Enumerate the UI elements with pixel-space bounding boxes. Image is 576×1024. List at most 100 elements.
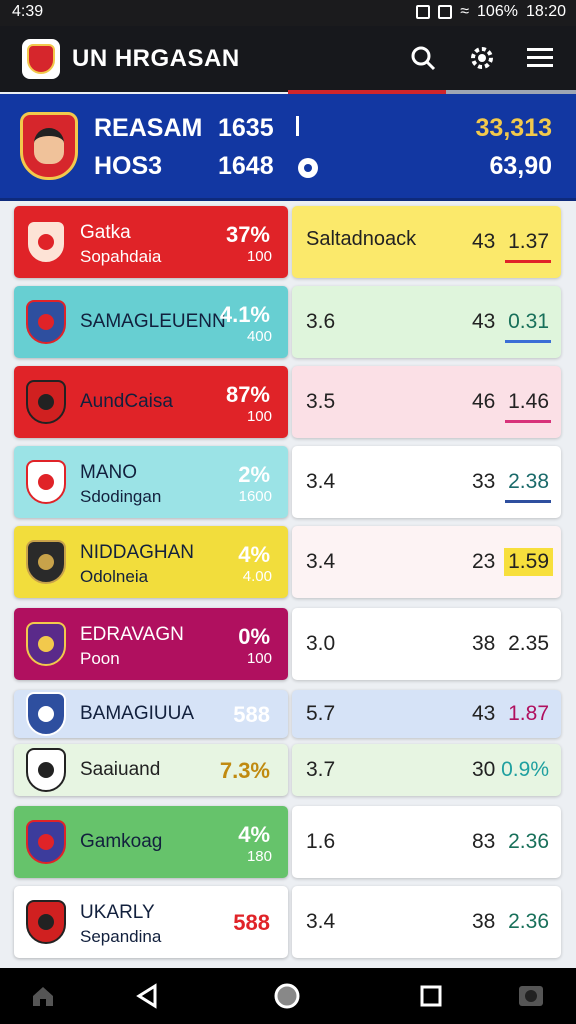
team-subtitle: Sdodingan: [80, 487, 162, 506]
team-card[interactable]: UKARLY Sepandina 588: [14, 886, 288, 958]
team-card[interactable]: SAMAGLEUENN 4.1% 400: [14, 286, 288, 358]
odds-card[interactable]: 1.6 83 2.36: [292, 806, 561, 878]
hero-name-1: REASAM: [94, 114, 203, 142]
team-row[interactable]: Saaiuand 7.3% 3.7 30 0.9%: [14, 744, 561, 796]
odds-card[interactable]: 5.7 43 1.87: [292, 690, 561, 738]
battery-percent: 106%: [477, 3, 518, 20]
hero-num-2: 1648: [218, 152, 274, 180]
search-button[interactable]: [406, 41, 440, 75]
team-name: Saaiuand: [80, 759, 161, 780]
back-button[interactable]: [132, 982, 162, 1010]
odds-card[interactable]: 3.4 33 2.38: [292, 446, 561, 518]
team-crest-icon: [26, 220, 66, 264]
odds-price[interactable]: 2.36: [504, 908, 553, 936]
team-percent: 7.3%: [219, 758, 270, 783]
app-logo: [22, 39, 60, 79]
team-row[interactable]: NIDDAGHAN Odolneia 4% 4.00 3.4 23 1.59: [14, 526, 561, 598]
odds-value: 3.4: [306, 910, 336, 933]
team-card[interactable]: MANO Sdodingan 2% 1600: [14, 446, 288, 518]
odds-card[interactable]: 3.7 30 0.9%: [292, 744, 561, 796]
odds-value: 1.6: [306, 830, 336, 853]
team-card[interactable]: Gamkoag 4% 180: [14, 806, 288, 878]
team-row[interactable]: UKARLY Sepandina 588 3.4 38 2.36: [14, 886, 561, 958]
odds-right-number: 83: [472, 830, 496, 853]
hero-right-2: 63,90: [489, 152, 552, 180]
team-crest-icon: [26, 692, 66, 736]
team-subtitle: Poon: [80, 649, 120, 668]
team-percent-sub: 100: [246, 248, 272, 265]
team-row[interactable]: EDRAVAGN Poon 0% 100 3.0 38 2.35: [14, 608, 561, 680]
menu-button[interactable]: [523, 41, 557, 75]
team-percent-sub: 180: [246, 848, 272, 865]
odds-right-number: 43: [472, 310, 496, 333]
team-name: EDRAVAGN: [80, 624, 184, 645]
team-crest-icon: [26, 820, 66, 864]
odds-card[interactable]: Saltadnoack 43 1.37: [292, 206, 561, 278]
search-icon: [411, 46, 436, 71]
team-card[interactable]: AundCaisa 87% 100: [14, 366, 288, 438]
odds-card[interactable]: 3.6 43 0.31: [292, 286, 561, 358]
odds-card[interactable]: 3.4 38 2.36: [292, 886, 561, 958]
team-subtitle: Sepandina: [80, 927, 162, 946]
odds-value: 3.7: [306, 758, 336, 781]
recents-button[interactable]: [416, 982, 446, 1010]
odds-value: 3.6: [306, 310, 336, 333]
odds-card[interactable]: 3.4 23 1.59: [292, 526, 561, 598]
team-crest-icon: [26, 540, 66, 584]
team-card[interactable]: Gatka Sopahdaia 37% 100: [14, 206, 288, 278]
hero-name-2: HOS3: [94, 152, 163, 180]
odds-price[interactable]: 1.87: [504, 700, 553, 728]
team-name: AundCaisa: [80, 391, 173, 412]
team-card[interactable]: NIDDAGHAN Odolneia 4% 4.00: [14, 526, 288, 598]
odds-price[interactable]: 0.31: [504, 308, 553, 336]
team-name: MANO: [80, 462, 137, 483]
odds-price[interactable]: 2.38: [504, 468, 553, 496]
app-title: UN HRGASAN: [72, 45, 240, 72]
live-icon: [298, 158, 318, 178]
home-button[interactable]: [28, 982, 58, 1010]
team-crest-icon: [26, 300, 66, 344]
odds-price[interactable]: 2.36: [504, 828, 553, 856]
odds-price[interactable]: 1.59: [504, 548, 553, 576]
odds-price[interactable]: 1.46: [504, 388, 553, 416]
odds-right-number: 46: [472, 390, 496, 413]
team-row[interactable]: SAMAGLEUENN 4.1% 400 3.6 43 0.31: [14, 286, 561, 358]
odds-price[interactable]: 0.9%: [497, 756, 553, 784]
team-card[interactable]: Saaiuand 7.3%: [14, 744, 288, 796]
odds-price[interactable]: 1.37: [504, 228, 553, 256]
home-circle-button[interactable]: [272, 982, 302, 1010]
settings-button[interactable]: [465, 41, 499, 75]
featured-banner[interactable]: REASAM 1635 33,313 HOS3 1648 63,90: [0, 94, 576, 201]
team-percent-sub: 4.00: [242, 568, 272, 585]
odds-price[interactable]: 2.35: [504, 630, 553, 658]
camera-button[interactable]: [516, 982, 546, 1010]
team-percent: 87%: [225, 382, 270, 407]
odds-value: 3.4: [306, 550, 336, 573]
team-row[interactable]: BAMAGIUUA 588 5.7 43 1.87: [14, 690, 561, 738]
team-percent: 4%: [238, 542, 270, 567]
team-subtitle: Odolneia: [80, 567, 149, 586]
odds-underline: [505, 420, 551, 423]
team-card[interactable]: EDRAVAGN Poon 0% 100: [14, 608, 288, 680]
team-percent: 4.1%: [219, 302, 270, 327]
home-circle-icon: [274, 983, 300, 1009]
odds-value: 3.5: [306, 390, 336, 413]
gear-icon: [471, 47, 493, 69]
hero-right-1: 33,313: [475, 114, 552, 142]
team-percent: 2%: [238, 462, 270, 487]
team-crest-icon: [26, 622, 66, 666]
odds-card[interactable]: 3.5 46 1.46: [292, 366, 561, 438]
team-row[interactable]: Gatka Sopahdaia 37% 100 Saltadnoack 43 1.37: [14, 206, 561, 278]
team-crest-icon: [26, 380, 66, 424]
team-percent: 588: [233, 702, 270, 727]
team-crest-icon: [26, 900, 66, 944]
team-card[interactable]: BAMAGIUUA 588: [14, 690, 288, 738]
team-row[interactable]: Gamkoag 4% 180 1.6 83 2.36: [14, 806, 561, 878]
team-row[interactable]: MANO Sdodingan 2% 1600 3.4 33 2.38: [14, 446, 561, 518]
hero-separator: [296, 116, 299, 136]
odds-right-number: 33: [472, 470, 496, 493]
player-emblem-icon: [20, 112, 78, 180]
team-row[interactable]: AundCaisa 87% 100 3.5 46 1.46: [14, 366, 561, 438]
team-percent: 588: [233, 910, 270, 935]
odds-card[interactable]: 3.0 38 2.35: [292, 608, 561, 680]
